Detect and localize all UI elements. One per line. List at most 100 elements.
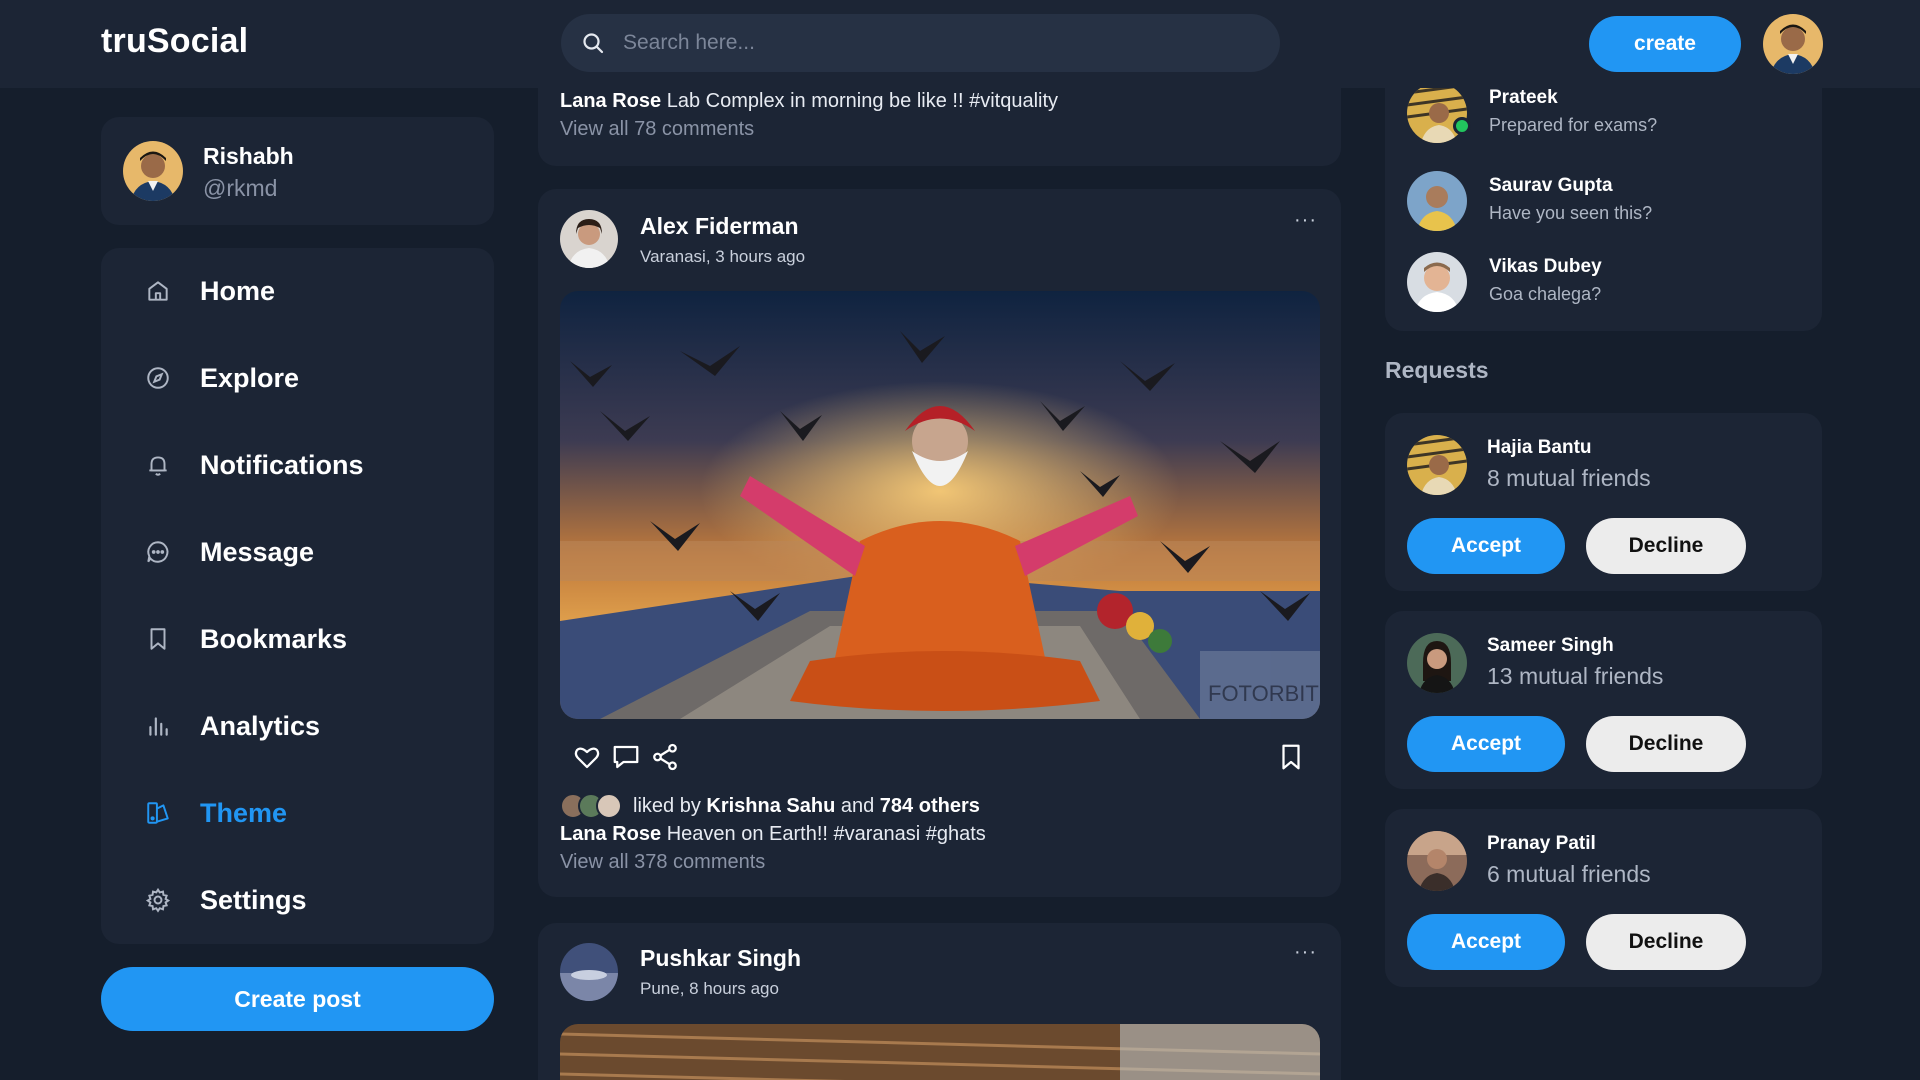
request-name[interactable]: Sameer Singh [1487, 635, 1614, 657]
view-comments-link[interactable]: View all 378 comments [560, 851, 765, 874]
message-avatar [1407, 171, 1467, 231]
view-comments-link[interactable]: View all 78 comments [560, 118, 754, 141]
bar-chart-icon [149, 717, 168, 736]
profile-name: Rishabh [203, 143, 294, 169]
bookmark-icon [150, 628, 166, 650]
search-bar[interactable] [561, 14, 1280, 72]
post-author-avatar[interactable] [560, 943, 618, 1001]
post-meta: Varanasi, 3 hours ago [640, 247, 806, 266]
top-navbar: truSocial create [0, 0, 1920, 88]
liked-by-text: liked by Krishna Sahu and 784 others [633, 795, 980, 818]
sidebar-item-settings[interactable]: Settings [101, 865, 494, 935]
messages-card: Prateek Prepared for exams? Saurav Gupta… [1385, 55, 1822, 331]
request-avatar-image [1407, 435, 1467, 495]
message-sender: Vikas Dubey [1489, 256, 1602, 277]
friend-request-card: Sameer Singh 13 mutual friends Accept De… [1385, 611, 1822, 789]
post-more-menu[interactable]: ··· [1294, 209, 1317, 232]
palette-icon [147, 802, 169, 824]
home-icon [148, 281, 168, 301]
decline-request-button[interactable]: Decline [1586, 914, 1746, 970]
caption-author[interactable]: Lana Rose [560, 823, 661, 845]
sidebar-item-label: Home [200, 275, 276, 306]
request-name[interactable]: Pranay Patil [1487, 833, 1596, 855]
post-photo [560, 1024, 1320, 1080]
bell-icon [149, 456, 167, 476]
message-avatar [1407, 252, 1467, 312]
post-card-next: Pushkar Singh Pune, 8 hours ago ··· [538, 923, 1341, 1080]
caption-text: Heaven on Earth!! #varanasi #ghats [666, 823, 986, 845]
liked-by-others[interactable]: 784 others [880, 795, 980, 817]
bookmark-icon[interactable] [1276, 742, 1306, 772]
liked-by-name[interactable]: Krishna Sahu [706, 795, 835, 817]
create-button[interactable]: create [1589, 16, 1741, 72]
message-avatar-image [1407, 171, 1467, 231]
request-avatar[interactable] [1407, 831, 1467, 891]
decline-request-button[interactable]: Decline [1586, 518, 1746, 574]
post-caption: Lana Rose Lab Complex in morning be like… [560, 90, 1058, 113]
sidebar-menu: Home Explore Notifications Message Bookm… [101, 248, 494, 944]
share-icon[interactable] [650, 742, 680, 772]
post-meta: Pune, 8 hours ago [640, 979, 779, 998]
sidebar-item-theme[interactable]: Theme [101, 778, 494, 848]
accept-request-button[interactable]: Accept [1407, 914, 1565, 970]
requests-heading: Requests [1385, 357, 1489, 383]
request-avatar-image [1407, 633, 1467, 693]
sidebar-item-label: Notifications [200, 449, 364, 480]
request-avatar[interactable] [1407, 435, 1467, 495]
post-author-name[interactable]: Alex Fiderman [640, 213, 799, 240]
sidebar-item-label: Message [200, 536, 315, 567]
message-sender: Prateek [1489, 87, 1558, 108]
sidebar-item-label: Settings [200, 884, 307, 915]
message-item[interactable]: Prateek Prepared for exams? [1407, 83, 1807, 143]
message-avatar-image [1407, 252, 1467, 312]
sidebar-item-message[interactable]: Message [101, 517, 494, 587]
sidebar-item-label: Analytics [200, 710, 321, 741]
post-author-avatar-image [560, 943, 618, 1001]
liker-avatar [596, 793, 622, 819]
watermark-text: FOTORBIT [1208, 681, 1319, 706]
profile-avatar [123, 141, 183, 201]
post-caption: Lana Rose Heaven on Earth!! #varanasi #g… [560, 823, 986, 846]
message-icon [147, 541, 169, 563]
compass-icon [147, 367, 169, 389]
sidebar-item-notifications[interactable]: Notifications [101, 430, 494, 500]
post-author-avatar[interactable] [560, 210, 618, 268]
mutual-friends-count: 13 mutual friends [1487, 663, 1664, 689]
mutual-friends-count: 8 mutual friends [1487, 465, 1651, 491]
caption-text: Lab Complex in morning be like !! #vitqu… [666, 90, 1059, 112]
create-post-button[interactable]: Create post [101, 967, 494, 1031]
post-image[interactable]: FOTORBIT [560, 291, 1320, 719]
post-image[interactable] [560, 1024, 1320, 1080]
post-more-menu[interactable]: ··· [1294, 941, 1317, 964]
sidebar-item-label: Explore [200, 362, 300, 393]
gear-icon [145, 887, 171, 913]
comment-icon[interactable] [611, 742, 641, 772]
user-avatar[interactable] [1763, 14, 1823, 74]
message-item[interactable]: Saurav Gupta Have you seen this? [1407, 171, 1807, 231]
like-heart-icon[interactable] [572, 742, 602, 772]
caption-author[interactable]: Lana Rose [560, 90, 661, 112]
decline-request-button[interactable]: Decline [1586, 716, 1746, 772]
request-avatar-image [1407, 831, 1467, 891]
message-item[interactable]: Vikas Dubey Goa chalega? [1407, 252, 1807, 312]
sidebar-item-analytics[interactable]: Analytics [101, 691, 494, 761]
post-photo: FOTORBIT [560, 291, 1320, 719]
sidebar-item-explore[interactable]: Explore [101, 343, 494, 413]
online-status-dot [1453, 117, 1471, 135]
sidebar-item-home[interactable]: Home [101, 256, 494, 326]
post-author-name[interactable]: Pushkar Singh [640, 945, 801, 972]
message-preview: Prepared for exams? [1489, 115, 1658, 135]
app-logo[interactable]: truSocial [101, 22, 248, 61]
accept-request-button[interactable]: Accept [1407, 716, 1565, 772]
search-input[interactable] [623, 14, 1243, 72]
request-name[interactable]: Hajia Bantu [1487, 437, 1592, 459]
accept-request-button[interactable]: Accept [1407, 518, 1565, 574]
profile-handle: @rkmd [203, 175, 278, 201]
sidebar-item-bookmarks[interactable]: Bookmarks [101, 604, 494, 674]
liked-by-avatars [560, 793, 626, 819]
profile-card[interactable]: Rishabh @rkmd [101, 117, 494, 225]
mutual-friends-count: 6 mutual friends [1487, 861, 1651, 887]
request-avatar[interactable] [1407, 633, 1467, 693]
liked-by-prefix: liked by [633, 795, 701, 817]
message-preview: Have you seen this? [1489, 203, 1653, 223]
